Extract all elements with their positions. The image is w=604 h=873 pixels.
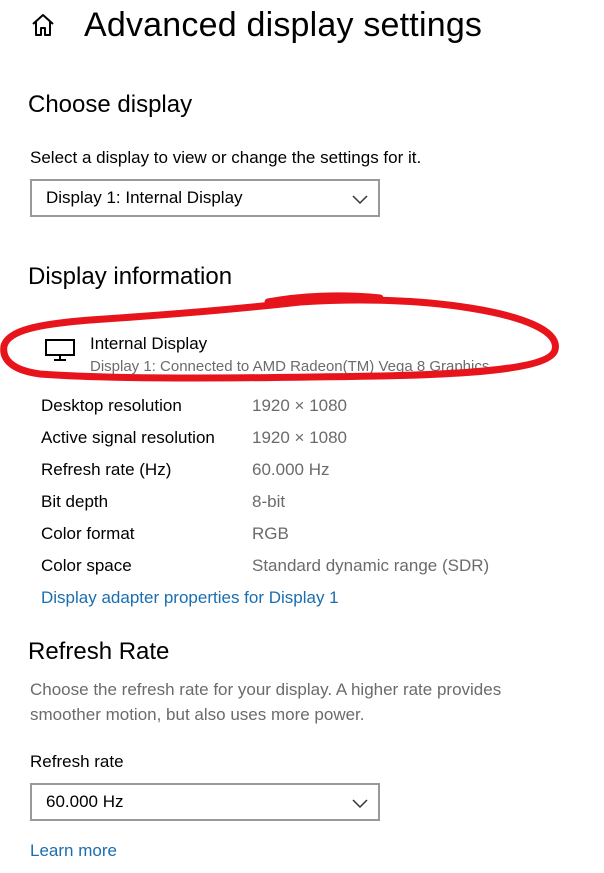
- info-value-bit-depth: 8-bit: [252, 492, 286, 511]
- info-label-active-signal-resolution: Active signal resolution: [41, 428, 215, 447]
- refresh-rate-field-label: Refresh rate: [30, 752, 124, 771]
- home-icon[interactable]: [30, 12, 56, 38]
- info-value-active-signal-resolution: 1920 × 1080: [252, 428, 348, 447]
- refresh-rate-heading: Refresh Rate: [28, 638, 170, 665]
- display-information-heading: Display information: [28, 263, 233, 290]
- info-label-bit-depth: Bit depth: [41, 492, 109, 511]
- page-title: Advanced display settings: [84, 6, 483, 44]
- learn-more-link[interactable]: Learn more: [30, 840, 117, 862]
- chevron-down-icon: [352, 192, 368, 205]
- monitor-icon: [44, 337, 76, 363]
- choose-display-instruction: Select a display to view or change the s…: [30, 148, 422, 167]
- display-name: Internal Display: [90, 334, 208, 353]
- info-value-desktop-resolution: 1920 × 1080: [252, 396, 348, 415]
- refresh-rate-description: Choose the refresh rate for your display…: [30, 680, 502, 724]
- info-label-desktop-resolution: Desktop resolution: [41, 396, 182, 415]
- info-label-color-space: Color space: [41, 556, 132, 575]
- info-value-refresh-rate: 60.000 Hz: [252, 460, 330, 479]
- chevron-down-icon: [352, 796, 368, 809]
- display-select-dropdown[interactable]: Display 1: Internal Display: [30, 179, 380, 217]
- display-adapter-properties-link[interactable]: Display adapter properties for Display 1: [41, 587, 339, 609]
- choose-display-heading: Choose display: [28, 91, 193, 118]
- refresh-rate-value: 60.000 Hz: [46, 792, 124, 811]
- info-label-refresh-rate: Refresh rate (Hz): [41, 460, 172, 479]
- info-label-color-format: Color format: [41, 524, 135, 543]
- display-connection-text: Display 1: Connected to AMD Radeon(TM) V…: [90, 358, 490, 375]
- info-value-color-space: Standard dynamic range (SDR): [252, 556, 490, 575]
- refresh-rate-dropdown[interactable]: 60.000 Hz: [30, 783, 380, 821]
- info-value-color-format: RGB: [252, 524, 289, 543]
- display-select-value: Display 1: Internal Display: [46, 188, 243, 207]
